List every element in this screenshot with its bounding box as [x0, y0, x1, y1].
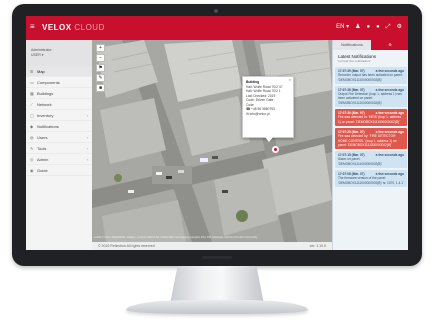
- settings-gear-icon[interactable]: ⚙: [397, 23, 402, 31]
- notification-item[interactable]: 17:07:15 (Mar. 07) a few seconds ago Alarm…: [335, 151, 407, 169]
- header-actions: EN ▾ ♟ ● ● ⤢ ⚙: [336, 23, 402, 31]
- admin-icon: ◎: [30, 156, 34, 162]
- notification-item[interactable]: 17:07:39 (Mar. 07) a few seconds ago Recor…: [335, 67, 407, 84]
- sidebar-item-label: Notifications: [37, 123, 59, 129]
- monitor-base: [126, 300, 308, 314]
- alerts-icon[interactable]: ●: [376, 23, 380, 31]
- sidebar-item-guide[interactable]: ◉ Guide: [26, 165, 92, 176]
- tab-add[interactable]: ⊕: [371, 40, 408, 50]
- sidebar-item-label: Components: [37, 79, 60, 85]
- webcam-dot: [214, 9, 218, 13]
- tab-notifications[interactable]: Notifications: [333, 40, 371, 50]
- map-icon: ⊞: [30, 68, 34, 74]
- notification-text: The firmware version of the panel 'DEMOB…: [338, 176, 404, 185]
- chevron-right-icon: ›: [86, 112, 88, 118]
- flag-icon[interactable]: ⚑: [96, 64, 105, 72]
- tools-icon: ✎: [30, 145, 34, 151]
- notification-text: Fire was detected by: 'FIRE DETECTOR HOM…: [338, 134, 397, 147]
- latest-notifications-header: Latest Notifications List last five noti…: [333, 50, 408, 65]
- notification-text: Recorder output has been activated on pa…: [338, 73, 403, 82]
- notification-text: Alarm on panel 'DEMOBOX1111000000002(B)': [338, 157, 383, 166]
- map-toolbar: + − ⚑ ✎ ■: [96, 44, 105, 92]
- latest-notifications-subtitle: List last five notifications: [338, 59, 371, 63]
- sidebar-item-tools[interactable]: ✎ Tools ›: [26, 143, 92, 154]
- user-icon[interactable]: ♟: [355, 23, 360, 31]
- app-screen: ≡ VELOX CLOUD EN ▾ ♟ ● ● ⤢ ⚙ Administrat…: [26, 16, 408, 250]
- notifications-icon: ◆: [30, 123, 34, 129]
- popup-tail: [265, 137, 273, 142]
- sidebar-item-components[interactable]: ▭ Components: [26, 77, 92, 88]
- sidebar-item-label: Admin: [37, 156, 49, 162]
- popup-close-icon[interactable]: ×: [289, 77, 291, 83]
- guide-icon: ◉: [30, 167, 34, 173]
- popup-line: ✉ info@velox.pl: [246, 111, 270, 116]
- notification-text: Output Fire Detection (loop 1, address 1…: [338, 92, 402, 105]
- sidebar-item-buildings[interactable]: ▦ Buildings: [26, 88, 92, 99]
- monitor-neck: [170, 266, 264, 304]
- chevron-right-icon: ›: [86, 134, 88, 140]
- satellite-map[interactable]: [92, 40, 332, 242]
- fullscreen-icon[interactable]: ⤢: [386, 23, 391, 31]
- chevron-right-icon: ›: [86, 156, 88, 162]
- buildings-icon: ▦: [30, 90, 34, 96]
- monitor-frame: ≡ VELOX CLOUD EN ▾ ♟ ● ● ⤢ ⚙ Administrat…: [12, 4, 422, 266]
- notification-item[interactable]: 17:07:30 (Mar. 07) a few seconds ago Fire …: [335, 109, 407, 126]
- notification-item[interactable]: 17:07:08 (Mar. 07) a few seconds ago The f…: [335, 170, 407, 187]
- map-attribution: Leaflet | © Esri, DigitalGlobe, GeoEye, …: [94, 236, 258, 239]
- sidebar-item-label: Buildings: [37, 90, 54, 96]
- sidebar-item-label: Map: [37, 68, 45, 74]
- status-icon[interactable]: ●: [367, 23, 371, 31]
- sidebar-item-label: Inventory: [37, 112, 54, 118]
- inventory-icon: ▢: [30, 112, 34, 118]
- popup-details: Hall: Wolfe Road 70/2 47 Hall: Wolfe Road…: [246, 85, 290, 117]
- sidebar-item-inventory[interactable]: ▢ Inventory ›: [26, 110, 92, 121]
- map-imagery: [92, 40, 332, 242]
- user-menu[interactable]: USER ▾: [31, 53, 88, 58]
- building-popup: × Building Hall: Wolfe Road 70/2 47 Hall:…: [242, 76, 294, 142]
- sidebar-menu: ⊞ Map ▭ Components ▦ Buildings ⟋ Network ▢ Invent…: [26, 66, 92, 176]
- notification-item[interactable]: 17:07:25 (Mar. 07) a few seconds ago Fire …: [335, 127, 407, 150]
- zoom-out-button[interactable]: −: [96, 54, 105, 62]
- footer-version: ver. 1.10.0: [309, 244, 326, 248]
- sidebar-item-label: Tools: [37, 145, 47, 151]
- brand-main: VELOX: [42, 23, 72, 32]
- location-marker-icon[interactable]: [272, 146, 279, 153]
- notification-text: Fire was detected in: 'MEIS' (loop 1, ad…: [338, 115, 402, 124]
- brand-logo[interactable]: VELOX CLOUD: [42, 23, 105, 33]
- sidebar: Administrator USER ▾ ⊞ Map ▭ Components ▦ Bui…: [26, 40, 93, 250]
- language-selector[interactable]: EN ▾: [336, 23, 349, 31]
- zoom-in-button[interactable]: +: [96, 44, 105, 52]
- components-icon: ▭: [30, 79, 34, 85]
- network-icon: ⟋: [30, 101, 33, 107]
- sidebar-item-notifications[interactable]: ◆ Notifications: [26, 121, 92, 132]
- sidebar-item-label: Guide: [37, 167, 48, 173]
- brand-sub: CLOUD: [74, 23, 105, 32]
- monitor-logo: [202, 256, 232, 259]
- top-bar: ≡ VELOX CLOUD EN ▾ ♟ ● ● ⤢ ⚙: [26, 16, 408, 40]
- notifications-list: 17:07:39 (Mar. 07) a few seconds ago Recor…: [333, 67, 408, 187]
- user-box[interactable]: Administrator USER ▾: [26, 40, 92, 66]
- notifications-panel: Notifications ⊕ Latest Notifications Lis…: [332, 40, 408, 250]
- sidebar-item-label: Network: [37, 101, 52, 107]
- users-icon: ◍: [30, 134, 34, 140]
- notification-item[interactable]: 17:07:36 (Mar. 07) a few seconds ago Outpu…: [335, 85, 407, 108]
- sidebar-item-label: Users: [37, 134, 48, 140]
- chevron-right-icon: ›: [86, 145, 88, 151]
- notification-ago: a few seconds ago: [375, 153, 404, 158]
- hamburger-icon[interactable]: ≡: [30, 23, 35, 31]
- sidebar-item-admin[interactable]: ◎ Admin ›: [26, 154, 92, 165]
- sidebar-item-network[interactable]: ⟋ Network: [26, 99, 92, 110]
- notifications-tabs: Notifications ⊕: [333, 40, 408, 50]
- sidebar-item-users[interactable]: ◍ Users ›: [26, 132, 92, 143]
- draw-icon[interactable]: ✎: [96, 74, 105, 82]
- sidebar-item-map[interactable]: ⊞ Map: [26, 66, 92, 77]
- footer-bar: © 2019 Reflection All rights reserved ve…: [92, 242, 332, 250]
- layer-icon[interactable]: ■: [96, 84, 105, 92]
- footer-copyright: © 2019 Reflection All rights reserved: [98, 244, 155, 248]
